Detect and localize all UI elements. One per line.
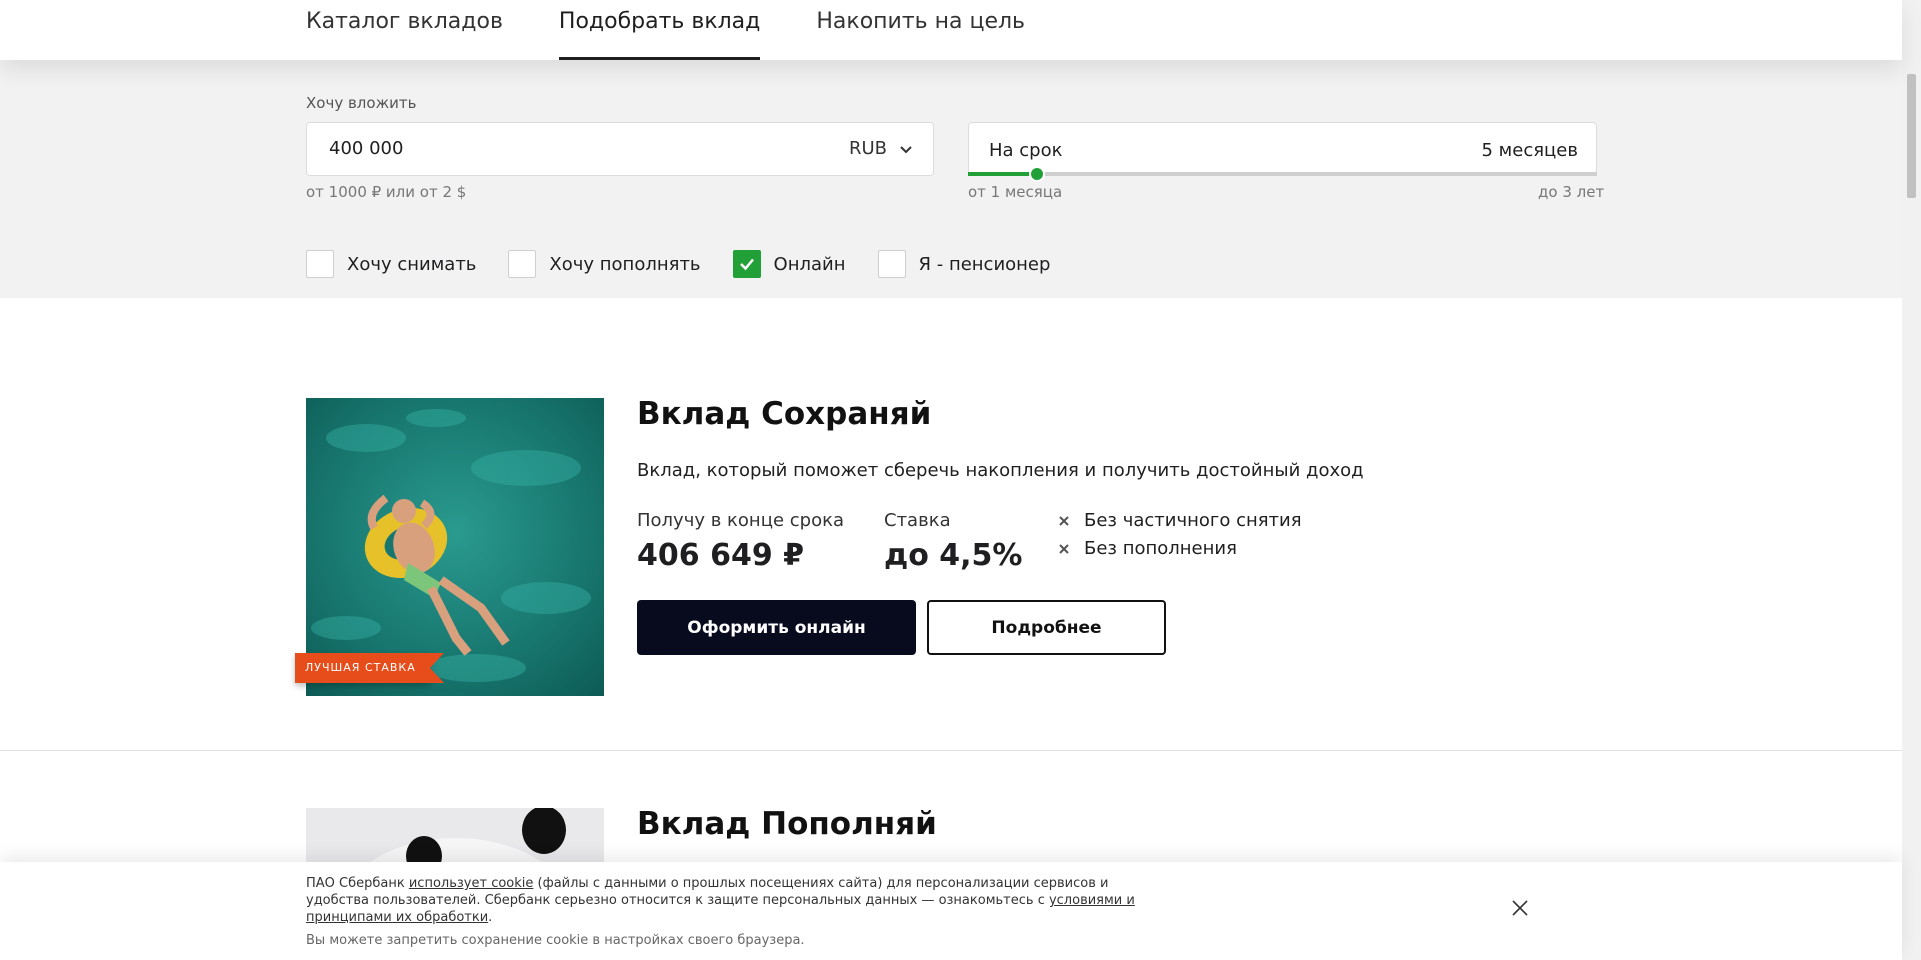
checkbox-box[interactable] [306,250,334,278]
deposit-description: Вклад, который поможет сберечь накоплени… [637,460,1364,481]
top-nav: Каталог вкладов Подобрать вклад Накопить… [0,0,1902,60]
feature-label: Без пополнения [1084,538,1237,559]
scrollbar[interactable] [1902,0,1921,960]
checkbox-box[interactable] [877,250,906,278]
term-min-label: от 1 месяца [968,183,1063,201]
deposit-title[interactable]: Вклад Сохраняй [637,396,931,432]
checkbox-group: Хочу снимать Хочу пополнять Онлайн Я - п… [306,250,1082,278]
cookie-text-part: ПАО Сбербанк [306,876,409,891]
cookie-text-part: . [488,910,493,925]
divider [0,750,1902,751]
term-label: На срок [989,140,1063,161]
amount-input[interactable]: 400 000 [329,138,403,159]
checkbox-label: Онлайн [773,253,846,275]
payout-label: Получу в конце срока [637,510,844,531]
filter-panel: Хочу вложить 400 000 RUB от 1000 ₽ или о… [0,60,1902,298]
chevron-down-icon [900,145,912,153]
feature-item: Без пополнения [1058,538,1237,559]
cross-icon [1059,543,1069,554]
checkbox-box[interactable] [508,250,537,278]
currency-select[interactable]: RUB [849,138,913,159]
checkbox-label: Хочу пополнять [549,253,701,275]
tab-choose-deposit[interactable]: Подобрать вклад [558,0,761,60]
term-max-label: до 3 лет [1538,183,1605,201]
deposit-image [306,398,604,696]
apply-online-button[interactable]: Оформить онлайн [637,600,916,655]
best-rate-badge: ЛУЧШАЯ СТАВКА [295,653,444,683]
feature-label: Без частичного снятия [1084,510,1302,531]
cross-icon [1059,515,1069,526]
cookie-note: Вы можете запретить сохранение cookie в … [306,933,805,948]
term-value: 5 месяцев [1481,140,1579,161]
payout-value: 406 649 ₽ [637,538,805,573]
rate-label: Ставка [884,510,951,531]
tab-catalog[interactable]: Каталог вкладов [306,0,503,60]
checkbox-label: Хочу снимать [347,253,477,275]
term-field[interactable]: На срок 5 месяцев [968,122,1597,176]
details-button[interactable]: Подробнее [927,600,1166,655]
checkbox-pensioner[interactable]: Я - пенсионер [877,250,1051,278]
term-slider[interactable] [968,166,1597,182]
close-icon[interactable] [1510,898,1530,918]
checkbox-replenish[interactable]: Хочу пополнять [508,250,701,278]
scrollbar-thumb[interactable] [1907,74,1916,198]
currency-value: RUB [848,138,887,159]
checkbox-label: Я - пенсионер [918,253,1051,275]
check-icon [739,258,754,271]
amount-field[interactable]: 400 000 RUB [306,122,934,176]
checkbox-online[interactable]: Онлайн [732,250,846,278]
cookie-policy-link[interactable]: использует cookie [409,876,534,891]
term-slider-handle[interactable] [1029,166,1046,182]
rate-value: до 4,5% [884,538,1023,573]
amount-label: Хочу вложить [306,94,417,112]
amount-hint: от 1000 ₽ или от 2 $ [306,183,467,201]
tab-save-for-goal[interactable]: Накопить на цель [816,0,1025,60]
tab-list: Каталог вкладов Подобрать вклад Накопить… [306,0,1025,60]
checkbox-withdraw[interactable]: Хочу снимать [306,250,476,278]
cookie-banner: ПАО Сбербанк использует cookie (файлы с … [0,862,1902,960]
checkbox-box[interactable] [732,250,761,278]
cookie-text: ПАО Сбербанк использует cookie (файлы с … [306,875,1156,926]
feature-item: Без частичного снятия [1058,510,1302,531]
deposit-title[interactable]: Вклад Пополняй [637,806,937,842]
term-slider-fill [968,172,1038,176]
